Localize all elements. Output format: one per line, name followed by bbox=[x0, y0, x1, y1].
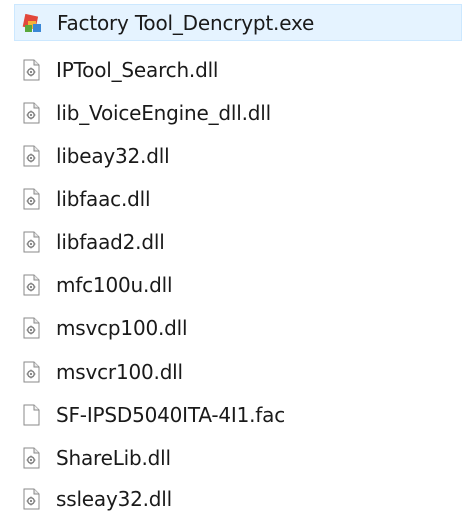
dll-file-icon bbox=[23, 317, 40, 339]
file-row-msvcr100-dll[interactable]: msvcr100.dll bbox=[0, 352, 462, 392]
blank-file-icon bbox=[23, 404, 40, 426]
dll-file-icon bbox=[23, 59, 40, 81]
file-row-libfaad2-dll[interactable]: libfaad2.dll bbox=[0, 222, 462, 262]
exe-app-icon bbox=[22, 13, 41, 32]
file-row-factory-tool-dencrypt-exe[interactable]: Factory Tool_Dencrypt.exe bbox=[14, 4, 462, 41]
file-row-lib-voiceengine-dll[interactable]: lib_VoiceEngine_dll.dll bbox=[0, 93, 462, 133]
file-name: libfaac.dll bbox=[56, 187, 151, 211]
file-name: libfaad2.dll bbox=[56, 230, 165, 254]
file-name: msvcp100.dll bbox=[56, 316, 188, 340]
file-name: Factory Tool_Dencrypt.exe bbox=[57, 10, 315, 35]
file-name: libeay32.dll bbox=[56, 144, 170, 168]
file-name: lib_VoiceEngine_dll.dll bbox=[56, 101, 271, 125]
file-row-ssleay32-dll[interactable]: ssleay32.dll bbox=[0, 479, 462, 519]
file-name: IPTool_Search.dll bbox=[56, 58, 219, 82]
file-row-sf-ipsd5040ita-4i1-fac[interactable]: SF-IPSD5040ITA-4I1.fac bbox=[0, 395, 462, 435]
dll-file-icon bbox=[23, 488, 40, 510]
dll-file-icon bbox=[23, 361, 40, 383]
file-row-mfc100u-dll[interactable]: mfc100u.dll bbox=[0, 265, 462, 305]
dll-file-icon bbox=[23, 188, 40, 210]
dll-file-icon bbox=[23, 102, 40, 124]
file-name: ssleay32.dll bbox=[56, 487, 173, 511]
file-name: mfc100u.dll bbox=[56, 273, 173, 297]
dll-file-icon bbox=[23, 231, 40, 253]
file-list: Factory Tool_Dencrypt.exe IPTool_Search.… bbox=[0, 0, 462, 519]
dll-file-icon bbox=[23, 447, 40, 469]
dll-file-icon bbox=[23, 145, 40, 167]
file-row-iptool-search-dll[interactable]: IPTool_Search.dll bbox=[0, 50, 462, 90]
file-name: SF-IPSD5040ITA-4I1.fac bbox=[56, 403, 285, 427]
file-name: ShareLib.dll bbox=[56, 446, 171, 470]
file-row-libfaac-dll[interactable]: libfaac.dll bbox=[0, 179, 462, 219]
file-row-libeay32-dll[interactable]: libeay32.dll bbox=[0, 136, 462, 176]
file-row-sharelib-dll[interactable]: ShareLib.dll bbox=[0, 438, 462, 478]
file-row-msvcp100-dll[interactable]: msvcp100.dll bbox=[0, 308, 462, 348]
file-name: msvcr100.dll bbox=[56, 360, 183, 384]
dll-file-icon bbox=[23, 274, 40, 296]
